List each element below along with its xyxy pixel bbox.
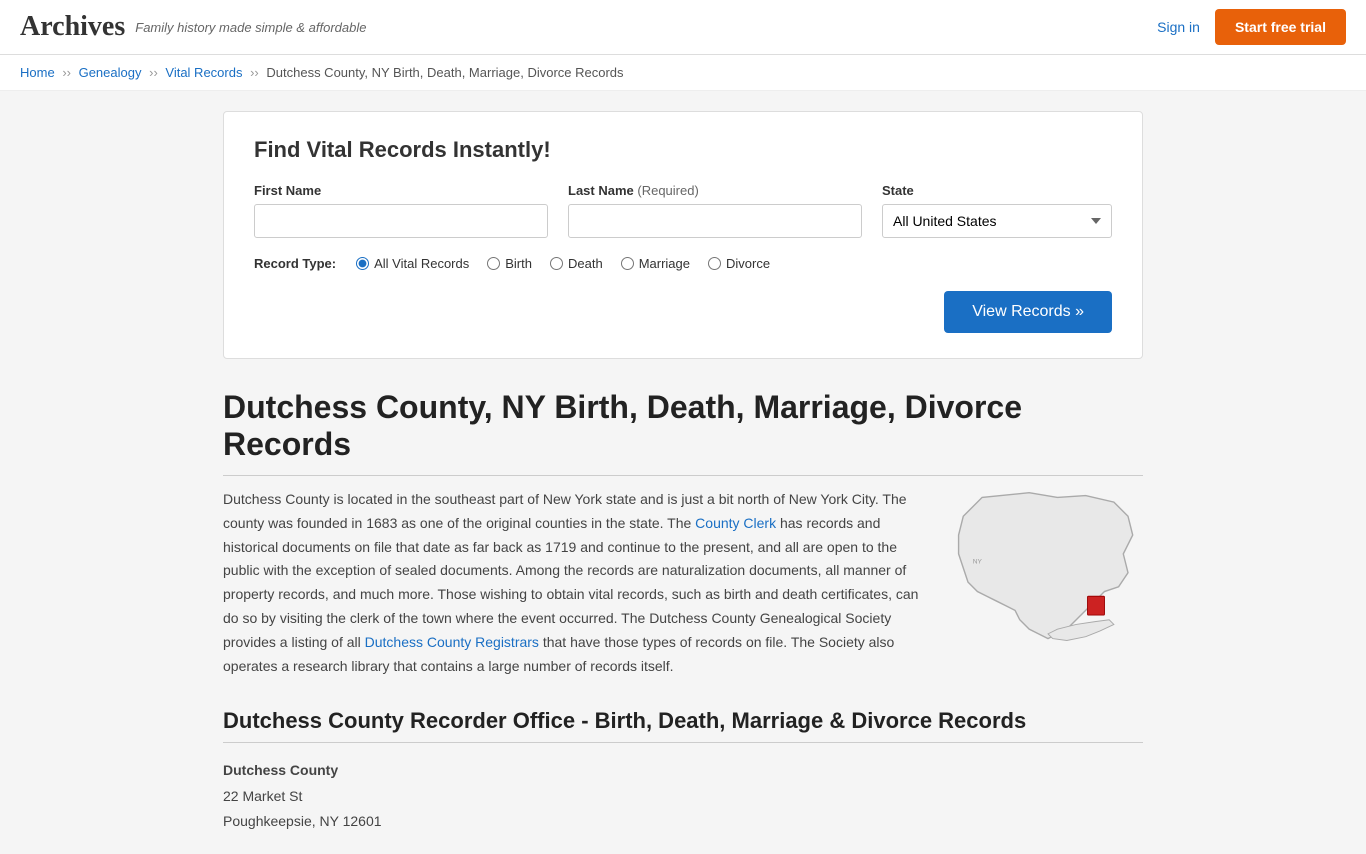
record-type-row: Record Type: All Vital Records Birth Dea… — [254, 256, 1112, 271]
state-group: State All United States Alabama Alaska A… — [882, 183, 1112, 238]
start-trial-button[interactable]: Start free trial — [1215, 9, 1346, 45]
radio-divorce[interactable]: Divorce — [708, 256, 770, 271]
breadcrumb-home[interactable]: Home — [20, 65, 55, 80]
svg-text:NY: NY — [973, 558, 983, 565]
record-type-label: Record Type: — [254, 256, 336, 271]
radio-divorce-input[interactable] — [708, 257, 721, 270]
radio-death-label: Death — [568, 256, 603, 271]
site-logo: Archives — [20, 11, 125, 43]
search-title: Find Vital Records Instantly! — [254, 137, 1112, 163]
breadcrumb: Home ›› Genealogy ›› Vital Records ›› Du… — [0, 55, 1366, 91]
office-name: Dutchess County — [223, 758, 1143, 783]
section2-heading: Dutchess County Recorder Office - Birth,… — [223, 708, 1143, 743]
breadcrumb-vital-records[interactable]: Vital Records — [165, 65, 242, 80]
office-address2: Poughkeepsie, NY 12601 — [223, 809, 1143, 834]
radio-marriage-label: Marriage — [639, 256, 690, 271]
site-header: Archives Family history made simple & af… — [0, 0, 1366, 55]
view-records-row: View Records » — [254, 291, 1112, 333]
radio-all-vital-label: All Vital Records — [374, 256, 469, 271]
search-fields: First Name Last Name (Required) State Al… — [254, 183, 1112, 238]
office-info: Dutchess County 22 Market St Poughkeepsi… — [223, 758, 1143, 834]
radio-death-input[interactable] — [550, 257, 563, 270]
radio-all-vital[interactable]: All Vital Records — [356, 256, 469, 271]
radio-birth-input[interactable] — [487, 257, 500, 270]
logo-area: Archives Family history made simple & af… — [20, 11, 366, 43]
content-text: Dutchess County is located in the southe… — [223, 488, 923, 678]
radio-divorce-label: Divorce — [726, 256, 770, 271]
radio-marriage[interactable]: Marriage — [621, 256, 690, 271]
first-name-label: First Name — [254, 183, 548, 198]
breadcrumb-separator-3: ›› — [250, 65, 262, 80]
breadcrumb-separator-2: ›› — [149, 65, 161, 80]
radio-birth[interactable]: Birth — [487, 256, 532, 271]
site-tagline: Family history made simple & affordable — [135, 20, 366, 35]
first-name-group: First Name — [254, 183, 548, 238]
radio-death[interactable]: Death — [550, 256, 603, 271]
radio-all-vital-input[interactable] — [356, 257, 369, 270]
content-with-map: Dutchess County is located in the southe… — [223, 488, 1143, 678]
county-clerk-link[interactable]: County Clerk — [695, 515, 776, 531]
header-nav: Sign in Start free trial — [1157, 9, 1346, 45]
body-paragraph: Dutchess County is located in the southe… — [223, 488, 923, 678]
last-name-input[interactable] — [568, 204, 862, 238]
breadcrumb-genealogy[interactable]: Genealogy — [79, 65, 142, 80]
state-select[interactable]: All United States Alabama Alaska Arizona… — [882, 204, 1112, 238]
search-box: Find Vital Records Instantly! First Name… — [223, 111, 1143, 359]
map-container: NY — [953, 488, 1143, 678]
registrars-link[interactable]: Dutchess County Registrars — [365, 634, 539, 650]
last-name-group: Last Name (Required) — [568, 183, 862, 238]
breadcrumb-current: Dutchess County, NY Birth, Death, Marria… — [266, 65, 623, 80]
sign-in-link[interactable]: Sign in — [1157, 19, 1200, 35]
state-label: State — [882, 183, 1112, 198]
main-content: Find Vital Records Instantly! First Name… — [203, 91, 1163, 854]
first-name-input[interactable] — [254, 204, 548, 238]
required-label: (Required) — [637, 183, 698, 198]
ny-state-map: NY — [953, 488, 1143, 648]
record-type-radio-group: All Vital Records Birth Death Marriage D… — [356, 256, 770, 271]
radio-marriage-input[interactable] — [621, 257, 634, 270]
office-address1: 22 Market St — [223, 784, 1143, 809]
view-records-button[interactable]: View Records » — [944, 291, 1112, 333]
last-name-label: Last Name (Required) — [568, 183, 862, 198]
page-title: Dutchess County, NY Birth, Death, Marria… — [223, 389, 1143, 476]
radio-birth-label: Birth — [505, 256, 532, 271]
breadcrumb-separator-1: ›› — [62, 65, 74, 80]
